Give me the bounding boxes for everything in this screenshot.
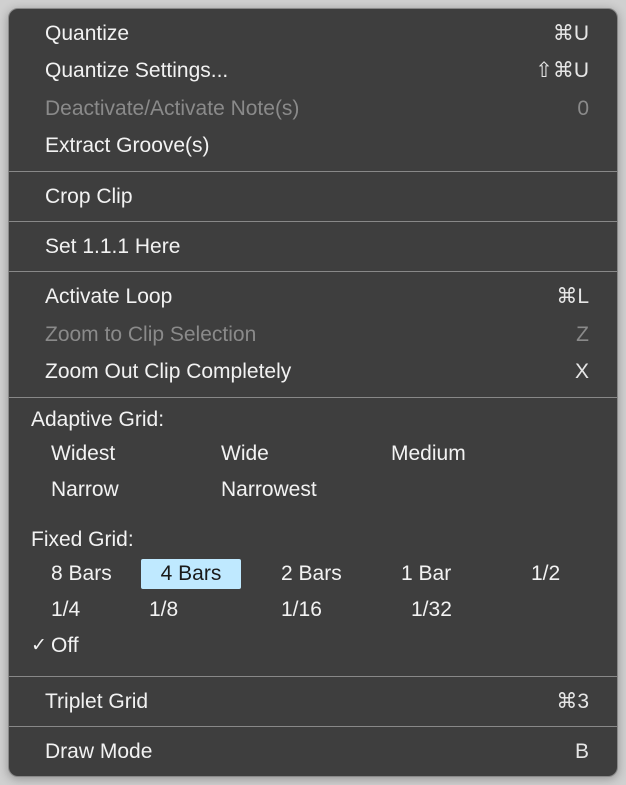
menu-label: Deactivate/Activate Note(s) xyxy=(45,94,299,123)
menu-section-triplet: Triplet Grid ⌘3 xyxy=(9,677,617,727)
fixed-grid-group: Fixed Grid: 8 Bars 4 Bars 2 Bars 1 Bar 1… xyxy=(9,514,617,670)
menu-label: Activate Loop xyxy=(45,282,172,311)
grid-option-wide[interactable]: Wide xyxy=(201,439,371,469)
menu-shortcut: B xyxy=(575,737,589,766)
menu-section-set111: Set 1.1.1 Here xyxy=(9,222,617,272)
menu-item-set-111[interactable]: Set 1.1.1 Here xyxy=(9,228,617,265)
grid-option-4bars[interactable]: 4 Bars xyxy=(141,559,241,589)
menu-item-crop-clip[interactable]: Crop Clip xyxy=(9,178,617,215)
menu-section-zoom: Activate Loop ⌘L Zoom to Clip Selection … xyxy=(9,272,617,397)
grid-option-off[interactable]: Off xyxy=(31,631,141,661)
menu-label: Zoom to Clip Selection xyxy=(45,320,256,349)
grid-option-1bar[interactable]: 1 Bar xyxy=(371,559,501,589)
menu-shortcut: X xyxy=(575,357,589,386)
menu-item-zoom-selection: Zoom to Clip Selection Z xyxy=(9,316,617,353)
menu-section-draw: Draw Mode B xyxy=(9,727,617,776)
grid-option-8bars[interactable]: 8 Bars xyxy=(31,559,141,589)
menu-label: Draw Mode xyxy=(45,737,152,766)
grid-option-quarter[interactable]: 1/4 xyxy=(31,595,141,625)
grid-option-eighth[interactable]: 1/8 xyxy=(141,595,271,625)
menu-shortcut: ⌘L xyxy=(556,282,589,311)
menu-label: Crop Clip xyxy=(45,182,133,211)
menu-item-deactivate-notes: Deactivate/Activate Note(s) 0 xyxy=(9,90,617,127)
menu-item-triplet-grid[interactable]: Triplet Grid ⌘3 xyxy=(9,683,617,720)
menu-label: Zoom Out Clip Completely xyxy=(45,357,291,386)
grid-option-thirtysecond[interactable]: 1/32 xyxy=(391,595,511,625)
menu-shortcut: ⌘3 xyxy=(556,687,589,716)
menu-label: Quantize Settings... xyxy=(45,56,228,85)
grid-option-narrowest[interactable]: Narrowest xyxy=(201,475,371,505)
fixed-grid-label: Fixed Grid: xyxy=(9,524,617,556)
menu-shortcut: ⇧⌘U xyxy=(535,56,589,85)
adaptive-grid-group: Adaptive Grid: Widest Wide Medium Narrow… xyxy=(9,404,617,514)
grid-option-sixteenth[interactable]: 1/16 xyxy=(271,595,391,625)
menu-shortcut: ⌘U xyxy=(553,19,589,48)
menu-section-grids: Adaptive Grid: Widest Wide Medium Narrow… xyxy=(9,398,617,677)
menu-item-zoom-out[interactable]: Zoom Out Clip Completely X xyxy=(9,353,617,390)
menu-item-quantize[interactable]: Quantize ⌘U xyxy=(9,15,617,52)
menu-item-extract-groove[interactable]: Extract Groove(s) xyxy=(9,127,617,164)
menu-shortcut: 0 xyxy=(577,94,589,123)
grid-option-2bars[interactable]: 2 Bars xyxy=(241,559,371,589)
grid-option-medium[interactable]: Medium xyxy=(371,439,541,469)
menu-label: Extract Groove(s) xyxy=(45,131,210,160)
menu-item-activate-loop[interactable]: Activate Loop ⌘L xyxy=(9,278,617,315)
menu-label: Quantize xyxy=(45,19,129,48)
grid-option-narrow[interactable]: Narrow xyxy=(31,475,201,505)
menu-label: Triplet Grid xyxy=(45,687,148,716)
menu-item-draw-mode[interactable]: Draw Mode B xyxy=(9,733,617,770)
grid-option-widest[interactable]: Widest xyxy=(31,439,201,469)
menu-item-quantize-settings[interactable]: Quantize Settings... ⇧⌘U xyxy=(9,52,617,89)
menu-section-quantize: Quantize ⌘U Quantize Settings... ⇧⌘U Dea… xyxy=(9,9,617,172)
context-menu: Quantize ⌘U Quantize Settings... ⇧⌘U Dea… xyxy=(8,8,618,777)
menu-label: Set 1.1.1 Here xyxy=(45,232,180,261)
adaptive-grid-label: Adaptive Grid: xyxy=(9,404,617,436)
menu-section-crop: Crop Clip xyxy=(9,172,617,222)
menu-shortcut: Z xyxy=(576,320,589,349)
grid-option-half[interactable]: 1/2 xyxy=(501,559,581,589)
